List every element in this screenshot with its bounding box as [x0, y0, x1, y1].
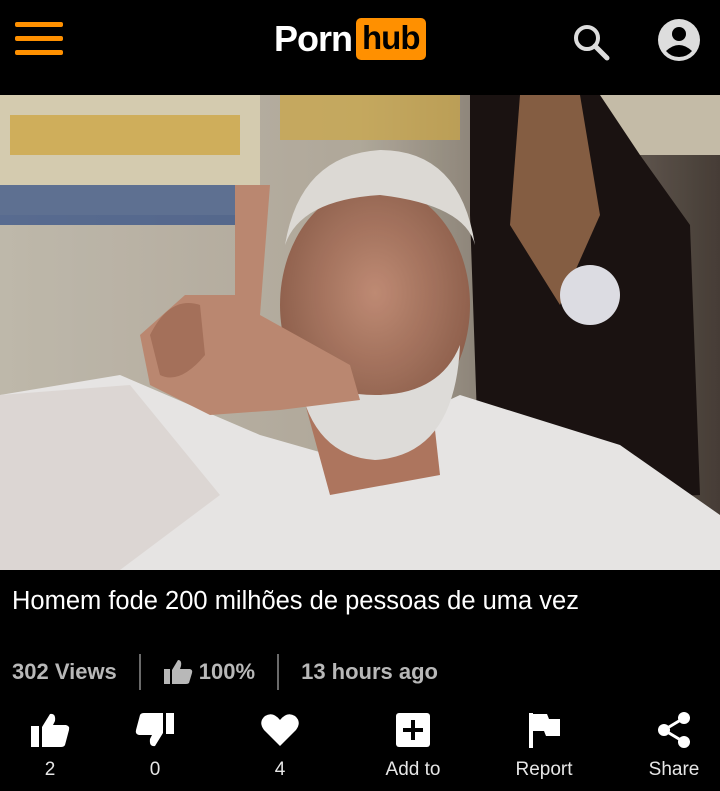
rating-percent: 100% — [198, 659, 256, 684]
report-label: Report — [515, 759, 573, 780]
site-logo[interactable]: Porn hub — [274, 16, 426, 62]
favorite-button[interactable]: 4 — [230, 705, 330, 791]
flag-icon — [527, 705, 561, 755]
dislike-button[interactable]: 0 — [105, 705, 205, 791]
upload-time: 13 hours ago — [301, 659, 438, 684]
add-to-button[interactable]: Add to — [363, 705, 463, 791]
video-title[interactable]: Homem fode 200 milhões de pessoas de uma… — [12, 587, 712, 616]
divider — [277, 654, 280, 690]
divider — [138, 654, 141, 690]
add-to-label: Add to — [385, 759, 441, 780]
like-button[interactable]: 2 — [0, 705, 100, 791]
dislike-count: 0 — [149, 759, 161, 780]
video-thumbnail[interactable] — [0, 95, 720, 570]
thumbs-down-icon — [135, 705, 175, 755]
share-button[interactable]: Share — [624, 705, 720, 791]
report-button[interactable]: Report — [494, 705, 594, 791]
like-count: 2 — [44, 759, 56, 780]
account-icon[interactable] — [657, 18, 701, 62]
search-icon[interactable] — [571, 22, 611, 62]
favorite-count: 4 — [274, 759, 286, 780]
view-count: 302 Views — [12, 659, 117, 684]
share-icon — [656, 705, 692, 755]
add-icon — [395, 705, 431, 755]
logo-badge: hub — [356, 18, 426, 60]
rating-thumb-icon — [163, 659, 193, 685]
thumbnail-image — [0, 95, 720, 570]
thumbs-up-icon — [30, 705, 70, 755]
logo-word: Porn — [274, 18, 353, 59]
action-bar: 2 0 4 Add to Report Share — [0, 705, 720, 791]
share-label: Share — [648, 759, 700, 780]
video-stats: 302 Views 100% 13 hours ago — [12, 652, 438, 692]
menu-icon[interactable] — [15, 22, 63, 56]
heart-icon — [260, 705, 300, 755]
top-bar: Porn hub — [0, 0, 720, 95]
